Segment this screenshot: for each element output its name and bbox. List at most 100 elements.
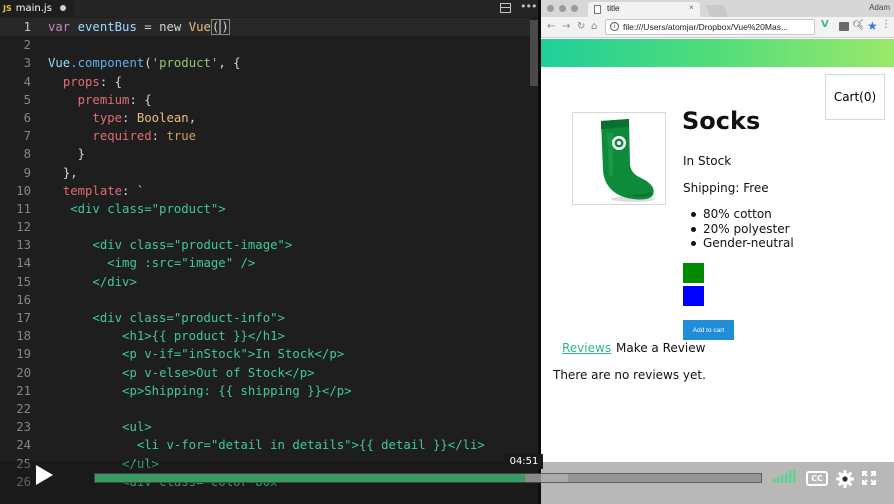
code-line[interactable]: 12 (0, 218, 530, 236)
code-line[interactable]: 7 required: true (0, 127, 530, 145)
closed-captions-button[interactable]: CC (806, 471, 828, 486)
code-line[interactable]: 6 type: Boolean, (0, 109, 530, 127)
browser-title-bar: title × Adam (541, 0, 894, 17)
code-line[interactable]: 10 template: ` (0, 182, 530, 200)
editor-tab-main-js[interactable]: JS main.js (0, 0, 74, 17)
line-number: 1 (23, 20, 31, 34)
line-number: 10 (16, 183, 31, 198)
code-line[interactable]: 3 Vue.component('product', { (0, 54, 530, 72)
minimize-window-icon[interactable] (559, 5, 566, 12)
night-mode-extension-icon[interactable]: ☾ (858, 19, 867, 30)
line-number: 5 (23, 92, 31, 107)
gear-icon[interactable] (836, 470, 854, 488)
code-line[interactable]: 1 var eventBus = new Vue() (0, 18, 530, 37)
line-number: 16 (16, 292, 31, 307)
maximize-window-icon[interactable] (571, 5, 578, 12)
close-window-icon[interactable] (547, 5, 554, 12)
tab-make-a-review[interactable]: Make a Review (616, 341, 705, 355)
code-token: <h1>{{ product }}</h1> (122, 329, 285, 344)
code-token: ( (144, 56, 152, 71)
tab-close-icon[interactable]: × (689, 3, 694, 12)
line-number: 7 (23, 129, 31, 144)
color-swatch-green[interactable] (683, 263, 704, 283)
video-progress-bar[interactable] (94, 473, 762, 483)
bookmark-star-icon[interactable]: ★ (867, 19, 878, 33)
code-token: , (188, 110, 197, 125)
volume-icon[interactable] (772, 469, 796, 483)
code-token: props (62, 74, 100, 89)
code-line[interactable]: 14 <img :src="image" /> (0, 254, 530, 272)
list-item: 80% cotton (689, 207, 794, 222)
list-item: 20% polyester (689, 222, 794, 237)
new-tab-button[interactable] (705, 5, 729, 17)
code-line[interactable]: 19 <p v-if="inStock">In Stock</p> (0, 345, 530, 363)
code-editor[interactable]: JS main.js ••• 1 var eventBus = new Vue()… (0, 0, 540, 504)
vue-devtools-extension-icon[interactable]: V (821, 19, 829, 30)
code-line[interactable]: 13 <div class="product-image"> (0, 236, 530, 254)
url-text[interactable]: file:///Users/atomjar/Dropbox/Vue%20Mas.… (623, 22, 788, 32)
code-token: <p>Shipping: {{ shipping }}</p> (122, 383, 352, 398)
code-token: ( (210, 19, 221, 35)
browser-tab-title: title (607, 4, 620, 13)
unsaved-dot-icon[interactable] (60, 5, 66, 11)
more-actions-icon[interactable]: ••• (520, 0, 537, 13)
browser-tab[interactable]: title × (588, 2, 700, 17)
code-line[interactable]: 24 <li v-for="detail in details">{{ deta… (0, 436, 530, 454)
sock-image (573, 113, 665, 204)
line-number: 6 (23, 110, 31, 125)
forward-icon[interactable]: → (562, 21, 570, 32)
back-icon[interactable]: ← (547, 21, 555, 32)
code-token: : { (99, 74, 123, 89)
code-token: 'product' (151, 56, 219, 71)
code-line[interactable]: 22 (0, 400, 530, 418)
code-line[interactable]: 8 } (0, 145, 530, 163)
cart-counter: Cart(0) (825, 74, 885, 120)
code-line[interactable]: 23 <ul> (0, 418, 530, 436)
split-editor-icon[interactable] (500, 3, 511, 13)
code-line[interactable]: 15 </div> (0, 273, 530, 291)
code-line[interactable]: 18 <h1>{{ product }}</h1> (0, 327, 530, 345)
code-line[interactable]: 9 }, (0, 164, 530, 182)
list-item: Gender-neutral (689, 236, 794, 251)
profile-name[interactable]: Adam (869, 3, 890, 12)
code-line[interactable]: 16 (0, 291, 530, 309)
info-icon[interactable]: i (610, 22, 619, 31)
home-icon[interactable]: ⌂ (591, 21, 597, 32)
tab-reviews[interactable]: Reviews (562, 341, 611, 355)
play-icon[interactable] (33, 463, 55, 487)
editor-tab-bar: JS main.js ••• (0, 0, 540, 17)
code-token: true (166, 129, 197, 144)
color-swatch-blue[interactable] (683, 286, 704, 306)
code-token: template (62, 183, 123, 198)
code-line[interactable]: 5 premium: { (0, 91, 530, 109)
javascript-file-icon: JS (3, 4, 12, 13)
line-number: 22 (16, 401, 31, 416)
line-number: 18 (16, 329, 31, 344)
code-line[interactable]: 2 (0, 36, 530, 54)
code-line[interactable]: 4 props: { (0, 73, 530, 91)
code-token: <div class="product-info"> (92, 311, 285, 325)
product-image (572, 112, 666, 205)
browser-menu-icon[interactable]: ⋮ (881, 19, 891, 30)
line-number: 8 (23, 147, 31, 162)
reload-icon[interactable]: ↻ (577, 21, 585, 32)
code-line[interactable]: 17 <div class="product-info"> (0, 309, 530, 327)
code-line[interactable]: 21 <p>Shipping: {{ shipping }}</p> (0, 382, 530, 400)
line-number: 20 (16, 365, 31, 380)
add-to-cart-button[interactable]: Add to cart (683, 320, 734, 340)
code-line[interactable]: 11 <div class="product"> (0, 200, 530, 218)
line-number: 19 (16, 347, 31, 362)
time-tooltip: 04:51 (505, 454, 543, 469)
no-reviews-message: There are no reviews yet. (553, 368, 706, 382)
code-line[interactable]: 20 <p v-else>Out of Stock</p> (0, 364, 530, 382)
extension-icon[interactable] (839, 22, 849, 31)
fullscreen-icon[interactable] (862, 471, 876, 485)
line-number: 23 (16, 420, 31, 435)
code-token: : ` (122, 183, 145, 198)
code-token: : (151, 129, 167, 144)
code-token: <ul> (122, 420, 152, 435)
address-bar[interactable]: i file:///Users/atomjar/Dropbox/Vue%20Ma… (605, 19, 878, 35)
editor-scrollbar-thumb[interactable] (530, 20, 538, 86)
code-area[interactable]: 1 var eventBus = new Vue() 2 3 Vue.compone… (0, 18, 530, 491)
stock-status: In Stock (683, 154, 732, 168)
